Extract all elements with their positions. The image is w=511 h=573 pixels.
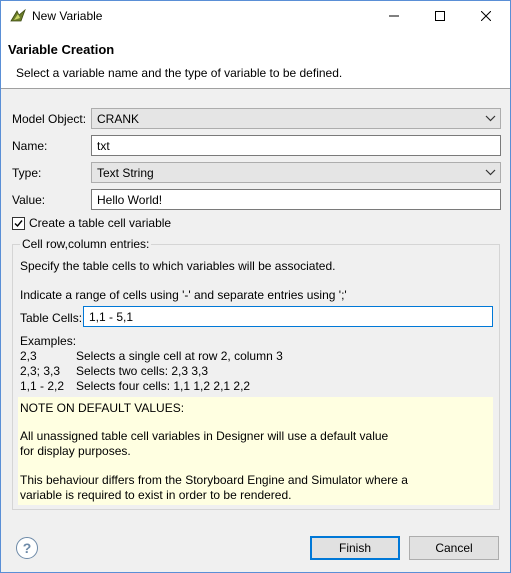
checkmark-icon [14, 219, 23, 227]
type-select[interactable]: Text String [91, 162, 501, 183]
note-line: All unassigned table cell variables in D… [20, 429, 389, 443]
chevron-down-icon [485, 115, 496, 122]
table-cell-checkbox-label: Create a table cell variable [29, 216, 172, 230]
table-cells-value: 1,1 - 5,1 [89, 310, 134, 324]
note-line: This behaviour differs from the Storyboa… [20, 473, 408, 487]
table-cell-checkbox[interactable] [12, 216, 25, 230]
type-value: Text String [97, 166, 154, 180]
window-title: New Variable [32, 9, 103, 23]
model-object-value: CRANK [97, 112, 140, 126]
example-desc: Selects four cells: 1,1 1,2 2,1 2,2 [76, 379, 251, 393]
note-heading: NOTE ON DEFAULT VALUES: [20, 401, 185, 415]
table-cells-label: Table Cells: [20, 311, 83, 325]
note-line: variable is required to exist in order t… [20, 488, 292, 502]
page-description: Select a variable name and the type of v… [16, 66, 343, 80]
example-desc: Selects two cells: 2,3 3,3 [76, 364, 209, 378]
value-input-value: Hello World! [97, 193, 163, 207]
examples-heading: Examples: [20, 334, 77, 348]
table-cell-checkbox-row[interactable]: Create a table cell variable [12, 215, 171, 231]
name-input-value: txt [97, 139, 110, 153]
minimize-icon [389, 15, 399, 17]
maximize-button[interactable] [417, 1, 463, 31]
table-cells-input[interactable]: 1,1 - 5,1 [83, 306, 493, 327]
cancel-button[interactable]: Cancel [409, 536, 499, 560]
type-label: Type: [12, 166, 42, 180]
minimize-button[interactable] [371, 1, 417, 31]
model-object-select[interactable]: CRANK [91, 108, 501, 129]
close-icon [481, 11, 491, 21]
title-bar: New Variable [1, 1, 510, 31]
model-object-label: Model Object: [12, 112, 87, 126]
storyboard-app-icon [10, 8, 26, 23]
page-title: Variable Creation [8, 42, 115, 57]
name-label: Name: [12, 139, 48, 153]
cell-entries-legend: Cell row,column entries: [20, 237, 152, 251]
help-icon: ? [22, 540, 32, 556]
name-input[interactable]: txt [91, 135, 501, 156]
maximize-icon [435, 11, 445, 21]
new-variable-dialog: New Variable Variable Creation Select a … [0, 0, 511, 573]
help-button[interactable]: ? [16, 537, 38, 559]
specify-text: Specify the table cells to which variabl… [20, 259, 336, 273]
example-code: 1,1 - 2,2 [20, 379, 65, 393]
header-banner: Variable Creation Select a variable name… [1, 31, 510, 89]
value-label: Value: [12, 193, 46, 207]
finish-button[interactable]: Finish [310, 536, 400, 560]
example-desc: Selects a single cell at row 2, column 3 [76, 349, 283, 363]
value-input[interactable]: Hello World! [91, 189, 501, 210]
example-code: 2,3; 3,3 [20, 364, 61, 378]
example-code: 2,3 [20, 349, 37, 363]
close-button[interactable] [463, 1, 509, 31]
note-line: for display purposes. [20, 444, 131, 458]
chevron-down-icon [485, 169, 496, 176]
range-text: Indicate a range of cells using '-' and … [20, 288, 347, 302]
